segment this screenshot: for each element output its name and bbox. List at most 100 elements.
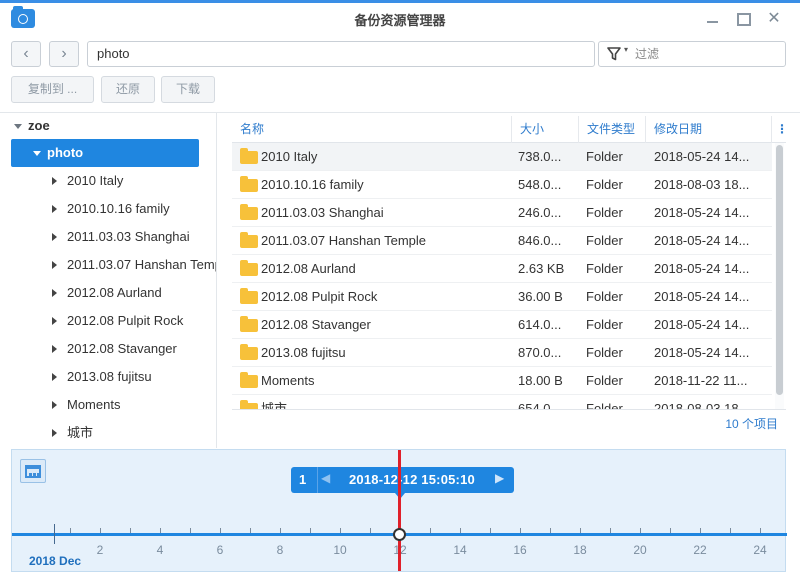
cell-modified: 2018-05-24 14... — [654, 289, 750, 304]
expand-icon[interactable] — [52, 233, 57, 241]
tree-item[interactable]: 2011.03.03 Shanghai — [52, 223, 216, 251]
expand-icon[interactable] — [52, 373, 57, 381]
cell-size: 614.0... — [518, 317, 562, 332]
column-menu-icon[interactable]: ⋮ — [772, 116, 786, 143]
tree-item[interactable]: 2012.08 Pulpit Rock — [52, 307, 216, 335]
table-row[interactable]: 2011.03.07 Hanshan Temple 846.0... Folde… — [232, 227, 772, 255]
table-row[interactable]: Moments 18.00 B Folder 2018-11-22 11... — [232, 367, 772, 395]
cell-modified: 2018-08-03 18... — [654, 177, 750, 192]
timeline-tick-label: 4 — [156, 543, 164, 557]
path-field[interactable]: photo — [87, 41, 595, 67]
folder-icon — [240, 344, 258, 360]
expand-icon[interactable] — [14, 124, 22, 130]
filter-box[interactable]: ▾ — [598, 41, 786, 67]
cell-name: 城市 — [261, 401, 288, 409]
cell-size: 870.0... — [518, 345, 562, 360]
cell-modified: 2018-05-24 14... — [654, 345, 750, 360]
previous-version-icon[interactable]: ◀ — [321, 471, 330, 485]
calendar-icon[interactable] — [20, 459, 46, 483]
filter-dropdown-icon[interactable]: ▾ — [624, 45, 628, 54]
pane-divider[interactable] — [216, 113, 217, 448]
timeline-tick — [160, 528, 161, 533]
expand-icon[interactable] — [52, 261, 57, 269]
table-row[interactable]: 2012.08 Pulpit Rock 36.00 B Folder 2018-… — [232, 283, 772, 311]
timeline-tick — [460, 528, 461, 533]
timeline-tick-label: 18 — [573, 543, 587, 557]
table-header: 名称 大小 文件类型 修改日期 ⋮ — [232, 116, 786, 143]
table-row[interactable]: 2010.10.16 family 548.0... Folder 2018-0… — [232, 171, 772, 199]
copy-to-button[interactable]: 复制到 ... — [11, 76, 94, 103]
tree-item[interactable]: 2013.08 fujitsu — [52, 363, 216, 391]
cell-type: Folder — [586, 317, 623, 332]
table-row[interactable]: 2012.08 Stavanger 614.0... Folder 2018-0… — [232, 311, 772, 339]
version-timestamp-box: 1 ◀ 2018-12-12 15:05:10 ▶ — [291, 467, 514, 493]
version-timestamp: 2018-12-12 15:05:10 — [349, 472, 475, 487]
cell-modified: 2018-05-24 14... — [654, 233, 750, 248]
folder-icon — [240, 372, 258, 388]
tree-item[interactable]: 城市 — [52, 419, 216, 447]
restore-button[interactable]: 还原 — [101, 76, 155, 103]
month-label: 2018 Dec — [29, 554, 82, 568]
tree-item-label: 2011.03.03 Shanghai — [67, 229, 190, 244]
tree-item[interactable]: 2010 Italy — [52, 167, 216, 195]
expand-icon[interactable] — [52, 289, 57, 297]
folder-icon — [240, 148, 258, 164]
filter-input[interactable] — [635, 42, 775, 66]
tree-item[interactable]: 2012.08 Stavanger — [52, 335, 216, 363]
table-row[interactable]: 2013.08 fujitsu 870.0... Folder 2018-05-… — [232, 339, 772, 367]
tree-item[interactable]: Moments — [52, 391, 216, 419]
timeline-tick-label: 24 — [753, 543, 767, 557]
next-version-icon[interactable]: ▶ — [495, 471, 504, 485]
cell-type: Folder — [586, 149, 623, 164]
cell-modified: 2018-05-24 14... — [654, 205, 750, 220]
tree-item[interactable]: 2012.08 Aurland — [52, 279, 216, 307]
tree-item-label: 2013.08 fujitsu — [67, 369, 152, 384]
tree-item[interactable]: 2011.03.07 Hanshan Temple — [52, 251, 216, 279]
scrollbar-thumb[interactable] — [776, 145, 783, 395]
expand-icon[interactable] — [52, 205, 57, 213]
column-header-name[interactable]: 名称 — [232, 116, 512, 143]
timeline-tick — [310, 528, 311, 533]
table-row[interactable]: 2010 Italy 738.0... Folder 2018-05-24 14… — [232, 143, 772, 171]
download-button[interactable]: 下载 — [161, 76, 215, 103]
cell-size: 36.00 B — [518, 289, 563, 304]
expand-icon[interactable] — [52, 177, 57, 185]
table-scrollbar[interactable] — [775, 143, 784, 409]
tree-item-label: 2012.08 Pulpit Rock — [67, 313, 184, 328]
cell-size: 548.0... — [518, 177, 562, 192]
timeline-handle[interactable] — [393, 528, 406, 541]
folder-icon — [240, 204, 258, 220]
tree-root-zoe[interactable]: zoe — [14, 118, 50, 133]
timeline-tick — [730, 528, 731, 533]
expand-icon[interactable] — [33, 151, 41, 157]
cell-name: 2011.03.03 Shanghai — [261, 205, 384, 220]
filter-icon[interactable] — [607, 47, 621, 61]
cell-name: 2010.10.16 family — [261, 177, 364, 192]
maximize-icon[interactable] — [733, 9, 753, 29]
column-header-type[interactable]: 文件类型 — [579, 116, 646, 143]
forward-button[interactable]: › — [49, 41, 79, 67]
column-header-size[interactable]: 大小 — [512, 116, 579, 143]
tree-item-photo[interactable]: photo — [11, 139, 199, 167]
expand-icon[interactable] — [52, 429, 57, 437]
tree-item-label: Moments — [67, 397, 121, 412]
timeline-tick-label: 6 — [216, 543, 224, 557]
version-timeline[interactable]: 1 ◀ 2018-12-12 15:05:10 ▶ 24681012141618… — [11, 449, 787, 572]
column-header-modified[interactable]: 修改日期 — [646, 116, 772, 143]
expand-icon[interactable] — [52, 317, 57, 325]
table-row[interactable]: 2011.03.03 Shanghai 246.0... Folder 2018… — [232, 199, 772, 227]
expand-icon[interactable] — [52, 345, 57, 353]
back-button[interactable]: ‹ — [11, 41, 41, 67]
expand-icon[interactable] — [52, 401, 57, 409]
table-row[interactable]: 2012.08 Aurland 2.63 KB Folder 2018-05-2… — [232, 255, 772, 283]
cell-modified: 2018-05-24 14... — [654, 317, 750, 332]
minimize-icon[interactable] — [702, 9, 722, 29]
table-row[interactable]: 城市 654.0... Folder 2018-08-03 18... — [232, 395, 772, 409]
timeline-tick-label: 2 — [96, 543, 104, 557]
tree-item[interactable]: 2010.10.16 family — [52, 195, 216, 223]
cell-modified: 2018-05-24 14... — [654, 149, 750, 164]
folder-icon — [240, 288, 258, 304]
timeline-tick-label: 22 — [693, 543, 707, 557]
cell-type: Folder — [586, 373, 623, 388]
close-icon[interactable]: ✕ — [764, 9, 784, 29]
